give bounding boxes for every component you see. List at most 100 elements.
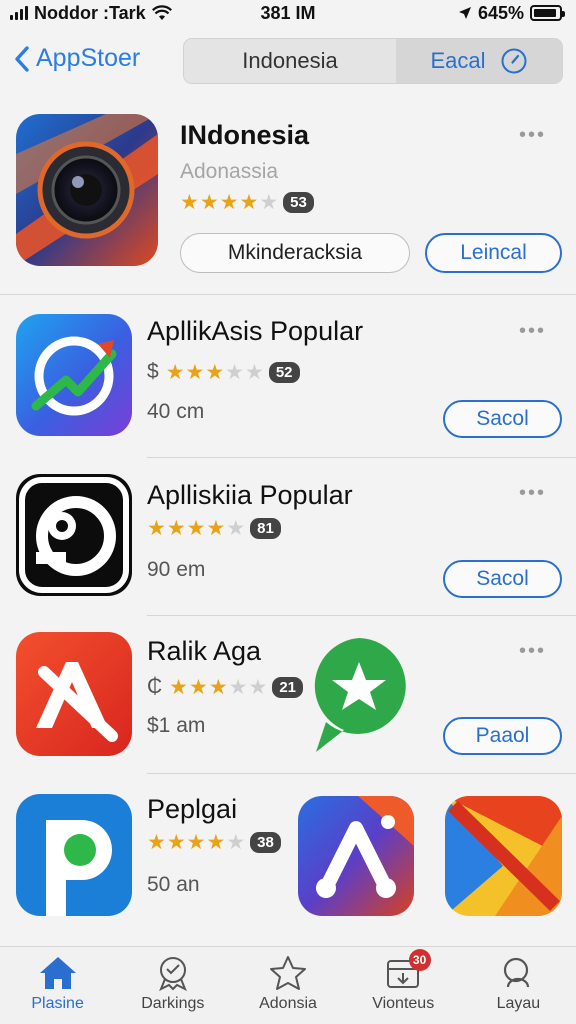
star-icon: ★ <box>189 675 208 699</box>
more-options-icon[interactable]: ••• <box>519 482 546 505</box>
star-icon: ★ <box>199 191 219 214</box>
featured-rating: ★ ★ ★ ★ ★ 53 <box>180 192 314 213</box>
star-icon: ★ <box>180 191 199 214</box>
featured-subtitle: Adonassia <box>180 160 279 183</box>
search-icon <box>504 957 530 988</box>
wifi-icon <box>151 5 172 20</box>
segmented-control: Indonesia Eacal <box>183 38 563 84</box>
app-title: Aplliskiia Popular <box>147 480 353 510</box>
more-options-icon[interactable]: ••• <box>519 320 546 343</box>
star-icon: ★ <box>185 360 205 384</box>
more-options-icon[interactable]: ••• <box>519 124 546 147</box>
star-icon: ★ <box>206 517 226 540</box>
compass-icon <box>501 48 527 74</box>
list-item: Ralik Aga ₵ ★ ★ ★ ★ ★ 21 $1 am ••• Paaol <box>0 620 576 772</box>
status-left: Noddor :Tark <box>10 3 172 24</box>
segment-indonesia[interactable]: Indonesia <box>184 39 396 83</box>
battery-percent: 645% <box>477 2 524 23</box>
app-title: Peplgai <box>147 794 238 824</box>
app-size: 40 cm <box>147 400 205 423</box>
tab-darkings[interactable]: Darkings <box>115 947 230 1024</box>
back-button[interactable]: AppStoer <box>14 44 140 73</box>
app-action-button[interactable]: Paaol <box>443 717 562 755</box>
signal-icon <box>10 6 28 20</box>
tab-vionteus[interactable]: 30 Vionteus <box>346 947 461 1024</box>
star-icon: ★ <box>186 831 206 854</box>
rating-count: 81 <box>250 518 281 539</box>
list-item: Aplliskiia Popular ★ ★ ★ ★ ★ 81 90 em ••• Sac… <box>0 462 576 614</box>
star-icon <box>270 956 306 990</box>
divider <box>147 457 576 458</box>
segment-eacal-label: Eacal <box>430 48 486 73</box>
back-label: AppStoer <box>36 44 141 72</box>
app-action-button[interactable]: Sacol <box>443 560 562 598</box>
battery-fill <box>534 9 556 17</box>
star-icon: ★ <box>186 517 206 540</box>
star-icon: ★ <box>226 517 246 540</box>
location-arrow-icon <box>458 7 471 19</box>
app-size: $1 am <box>147 714 206 737</box>
spiral-app-icon[interactable] <box>16 474 132 596</box>
app-title: ApllikAsis Popular <box>147 316 364 346</box>
star-icon: ★ <box>169 675 188 699</box>
app-rating: ₵ ★ ★ ★ ★ ★ 21 <box>147 675 303 699</box>
camera-app-icon[interactable] <box>16 114 158 266</box>
star-icon: ★ <box>206 831 226 854</box>
tab-adonsia[interactable]: Adonsia <box>230 947 345 1024</box>
tab-layau[interactable]: Layau <box>461 947 576 1024</box>
tab-label: Plasine <box>31 995 84 1012</box>
rating-count: 53 <box>283 192 314 213</box>
rating-count: 21 <box>272 676 303 698</box>
tab-plasine[interactable]: Plasine <box>0 947 115 1024</box>
app-action-button[interactable]: Sacol <box>443 400 562 438</box>
star-icon: ★ <box>219 191 239 214</box>
carrier-name: Noddor :Tark <box>34 2 146 23</box>
star-icon: ★ <box>239 191 259 214</box>
star-icon: ★ <box>248 675 268 699</box>
red-a-app-icon[interactable] <box>16 632 132 756</box>
star-icon: ★ <box>147 831 166 854</box>
star-icon: ★ <box>228 675 248 699</box>
star-icon: ★ <box>147 517 166 540</box>
list-item: ApllikAsis Popular $ ★ ★ ★ ★ ★ 52 40 cm ••• Sa… <box>0 300 576 456</box>
notification-badge: 30 <box>408 949 431 971</box>
status-bar: Noddor :Tark 381 IM 645% <box>0 0 576 26</box>
divider <box>147 615 576 616</box>
list-item: Peplgai ★ ★ ★ ★ ★ 38 50 an <box>0 780 576 940</box>
star-icon: ★ <box>165 360 185 384</box>
star-icon: ★ <box>225 360 244 384</box>
featured-title: INdonesia <box>180 120 310 150</box>
rating-count: 52 <box>268 361 300 383</box>
badge-icon <box>158 957 187 991</box>
star-icon: ★ <box>205 360 225 384</box>
divider <box>0 294 576 295</box>
app-size: 90 em <box>147 558 206 581</box>
gmail-style-app-icon[interactable] <box>445 796 562 916</box>
star-icon: ★ <box>166 831 186 854</box>
featured-action-button[interactable]: Leincal <box>425 233 562 273</box>
messenger-app-icon[interactable] <box>16 314 132 436</box>
status-right: 645% <box>458 2 565 24</box>
chevron-left-icon <box>15 45 29 72</box>
divider <box>147 773 576 774</box>
battery-icon <box>530 5 565 21</box>
star-icon: ★ <box>226 831 246 854</box>
featured-category-pill[interactable]: Mkinderacksia <box>180 233 410 273</box>
tab-bar: Plasine Darkings Adonsia 30 Vionteus Lay… <box>0 946 576 1024</box>
nav-bar: AppStoer Indonesia Eacal <box>0 36 576 86</box>
app-rating: ★ ★ ★ ★ ★ 38 <box>147 832 281 853</box>
star-icon: ★ <box>259 191 279 214</box>
p-app-icon[interactable] <box>16 794 132 916</box>
home-icon <box>39 957 76 989</box>
green-star-chat-icon[interactable] <box>306 634 412 754</box>
segment-eacal[interactable]: Eacal <box>396 39 562 83</box>
star-icon: ★ <box>245 360 264 384</box>
star-icon: ★ <box>208 675 228 699</box>
tab-label: Layau <box>496 995 541 1012</box>
more-options-icon[interactable]: ••• <box>519 640 546 663</box>
star-icon: ★ <box>166 517 186 540</box>
app-title: Ralik Aga <box>147 636 262 666</box>
rating-count: 38 <box>250 832 281 853</box>
a-gradient-app-icon[interactable] <box>298 796 414 916</box>
tab-label: Vionteus <box>372 995 435 1012</box>
